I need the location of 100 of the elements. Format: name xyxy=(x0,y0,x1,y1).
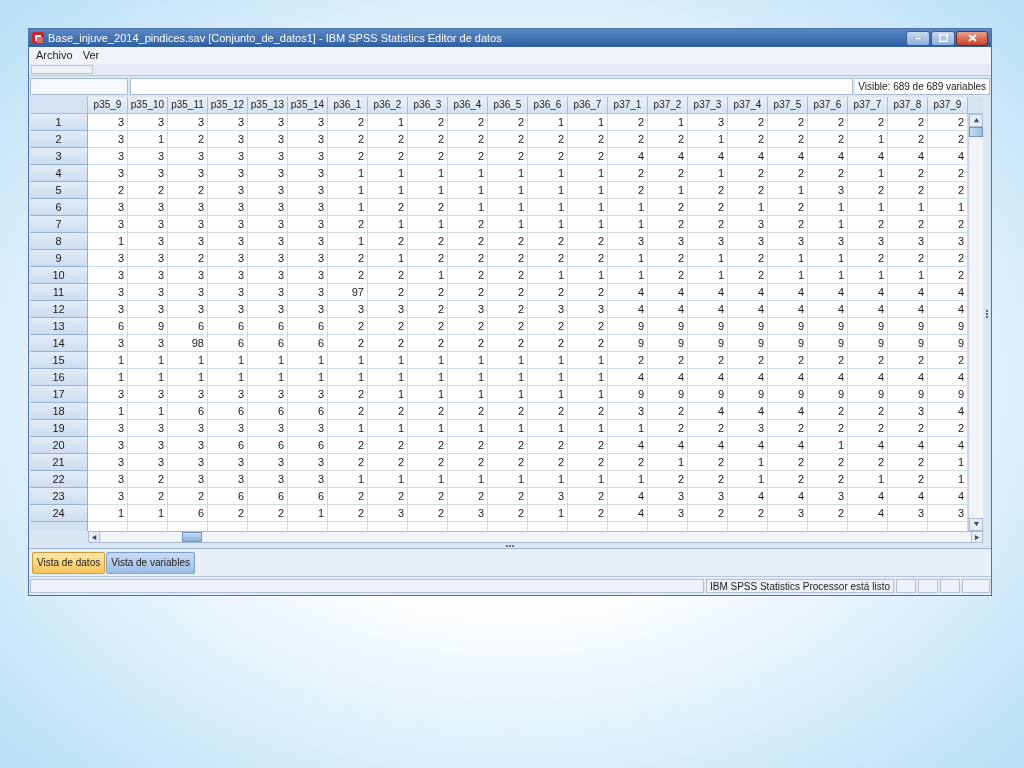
table-cell[interactable]: 3 xyxy=(768,233,808,250)
table-cell[interactable]: 1 xyxy=(328,182,368,199)
table-cell[interactable]: 2 xyxy=(368,488,408,505)
table-cell[interactable]: 1 xyxy=(488,199,528,216)
table-cell[interactable]: 1 xyxy=(368,369,408,386)
table-cell[interactable]: 2 xyxy=(648,267,688,284)
table-cell[interactable]: 9 xyxy=(728,318,768,335)
table-cell[interactable]: 3 xyxy=(168,114,208,131)
table-cell[interactable]: 6 xyxy=(208,335,248,352)
table-cell[interactable]: 3 xyxy=(608,233,648,250)
table-cell[interactable]: 2 xyxy=(488,403,528,420)
table-cell[interactable]: 2 xyxy=(688,505,728,522)
table-cell[interactable]: 3 xyxy=(328,301,368,318)
table-cell[interactable]: 2 xyxy=(368,335,408,352)
table-cell[interactable]: 2 xyxy=(488,505,528,522)
table-cell[interactable]: 4 xyxy=(688,284,728,301)
table-cell[interactable]: 3 xyxy=(88,250,128,267)
table-cell[interactable]: 1 xyxy=(728,454,768,471)
table-cell[interactable]: 1 xyxy=(208,369,248,386)
table-cell[interactable]: 2 xyxy=(568,233,608,250)
table-cell[interactable]: 3 xyxy=(248,148,288,165)
row-header[interactable]: 8 xyxy=(30,233,88,250)
table-cell[interactable]: 2 xyxy=(408,335,448,352)
table-cell[interactable]: 9 xyxy=(648,335,688,352)
table-cell[interactable]: 1 xyxy=(248,352,288,369)
table-cell[interactable]: 3 xyxy=(208,284,248,301)
table-cell[interactable]: 1 xyxy=(328,233,368,250)
table-cell[interactable]: 2 xyxy=(568,505,608,522)
table-cell[interactable]: 1 xyxy=(328,199,368,216)
table-cell[interactable]: 2 xyxy=(328,216,368,233)
table-cell[interactable]: 3 xyxy=(168,437,208,454)
table-cell[interactable]: 2 xyxy=(408,148,448,165)
table-cell[interactable]: 4 xyxy=(928,148,968,165)
table-cell[interactable]: 2 xyxy=(528,318,568,335)
table-cell[interactable]: 3 xyxy=(168,284,208,301)
table-cell[interactable]: 2 xyxy=(408,301,448,318)
table-cell[interactable]: 4 xyxy=(888,488,928,505)
table-cell[interactable]: 3 xyxy=(128,148,168,165)
table-cell[interactable]: 4 xyxy=(648,301,688,318)
table-cell[interactable]: 3 xyxy=(128,233,168,250)
table-cell[interactable]: 3 xyxy=(208,131,248,148)
table-cell[interactable]: 2 xyxy=(928,165,968,182)
table-cell[interactable]: 4 xyxy=(768,284,808,301)
table-cell[interactable]: 9 xyxy=(608,335,648,352)
table-cell[interactable]: 3 xyxy=(208,199,248,216)
table-cell[interactable]: 1 xyxy=(848,471,888,488)
table-cell[interactable]: 1 xyxy=(528,199,568,216)
column-header[interactable]: p36_5 xyxy=(488,97,528,114)
row-header[interactable]: 9 xyxy=(30,250,88,267)
table-cell[interactable]: 4 xyxy=(768,403,808,420)
table-cell[interactable]: 3 xyxy=(208,216,248,233)
table-cell[interactable]: 4 xyxy=(888,301,928,318)
table-cell[interactable]: 3 xyxy=(768,505,808,522)
row-header[interactable]: 16 xyxy=(30,369,88,386)
table-cell[interactable]: 2 xyxy=(568,250,608,267)
table-cell[interactable]: 1 xyxy=(568,369,608,386)
table-cell[interactable]: 1 xyxy=(408,471,448,488)
table-cell[interactable]: 2 xyxy=(368,148,408,165)
table-cell[interactable]: 4 xyxy=(848,148,888,165)
table-cell[interactable]: 2 xyxy=(328,250,368,267)
table-cell[interactable]: 1 xyxy=(528,216,568,233)
table-cell[interactable]: 2 xyxy=(768,352,808,369)
table-cell[interactable]: 3 xyxy=(128,420,168,437)
row-header[interactable]: 15 xyxy=(30,352,88,369)
table-cell[interactable]: 1 xyxy=(568,267,608,284)
table-cell[interactable]: 2 xyxy=(408,114,448,131)
table-cell[interactable]: 9 xyxy=(688,335,728,352)
table-cell[interactable]: 1 xyxy=(168,352,208,369)
row-header[interactable]: 18 xyxy=(30,403,88,420)
toolbar-handle[interactable] xyxy=(31,65,93,74)
row-header[interactable]: 3 xyxy=(30,148,88,165)
table-cell[interactable]: 4 xyxy=(728,284,768,301)
table-cell[interactable]: 3 xyxy=(288,250,328,267)
table-cell[interactable]: 2 xyxy=(768,454,808,471)
table-cell[interactable]: 1 xyxy=(408,216,448,233)
menu-item[interactable]: Ver xyxy=(77,50,105,61)
table-cell[interactable]: 4 xyxy=(688,369,728,386)
table-cell[interactable]: 1 xyxy=(568,420,608,437)
table-cell[interactable]: 1 xyxy=(608,420,648,437)
column-header[interactable]: p37_9 xyxy=(928,97,968,114)
table-cell[interactable]: 9 xyxy=(848,318,888,335)
minimize-button[interactable] xyxy=(906,30,930,46)
table-cell[interactable]: 2 xyxy=(648,199,688,216)
table-cell[interactable]: 2 xyxy=(408,488,448,505)
table-cell[interactable]: 9 xyxy=(768,386,808,403)
table-cell[interactable]: 3 xyxy=(248,114,288,131)
table-cell[interactable]: 4 xyxy=(808,148,848,165)
table-cell[interactable]: 3 xyxy=(528,301,568,318)
table-cell[interactable]: 9 xyxy=(128,318,168,335)
row-header[interactable]: 1 xyxy=(30,114,88,131)
column-header[interactable]: p36_2 xyxy=(368,97,408,114)
table-cell[interactable]: 1 xyxy=(928,471,968,488)
column-header[interactable]: p35_10 xyxy=(128,97,168,114)
table-cell[interactable]: 3 xyxy=(88,454,128,471)
table-cell[interactable]: 2 xyxy=(448,488,488,505)
table-cell[interactable]: 2 xyxy=(568,148,608,165)
row-header[interactable]: 6 xyxy=(30,199,88,216)
table-cell[interactable]: 1 xyxy=(488,471,528,488)
table-cell[interactable]: 3 xyxy=(88,437,128,454)
table-cell[interactable]: 2 xyxy=(768,420,808,437)
